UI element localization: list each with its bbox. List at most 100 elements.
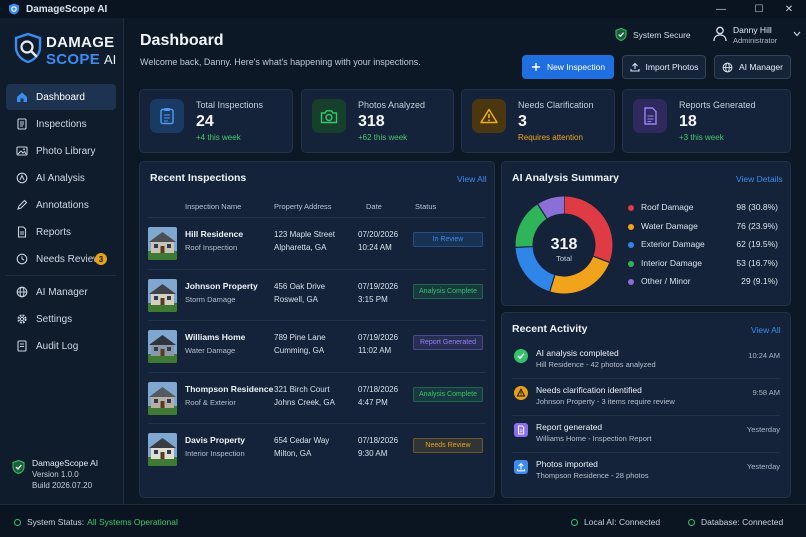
view-all-activity-link[interactable]: View All [751, 325, 781, 335]
address-line2: Alpharetta, GA [274, 243, 327, 252]
status-bar: System Status: All Systems Operational L… [0, 504, 806, 537]
donut-slice-other-minor[interactable] [537, 196, 565, 219]
stat-delta: +4 this week [196, 133, 241, 142]
local-ai-status: Local AI: Connected [571, 517, 660, 527]
legend-value: 53 (16.7%) [736, 257, 778, 268]
stat-delta: +3 this week [679, 133, 724, 142]
database-status: Database: Connected [688, 517, 783, 527]
sidebar-item-reports[interactable]: Reports [6, 219, 116, 245]
sidebar-item-audit-log[interactable]: Audit Log [6, 333, 116, 359]
legend-item[interactable]: Other / Minor 29 (9.1%) [628, 276, 778, 288]
activity-title: AI analysis completed [536, 348, 619, 358]
column-header-status[interactable]: Status [415, 202, 436, 211]
stat-card-needs-clarification[interactable]: Needs Clarification 3 Requires attention [461, 89, 615, 153]
table-row[interactable]: Davis Property Interior Inspection 654 Ced… [148, 423, 486, 474]
legend-value: 76 (23.9%) [736, 220, 778, 231]
status-badge: Analysis Complete [413, 386, 483, 402]
address-line2: Johns Creek, GA [274, 397, 335, 407]
database-label: Database: Connected [701, 517, 784, 527]
inspection-time: 9:30 AM [358, 449, 388, 458]
address-line2: Cumming, GA [274, 346, 325, 355]
legend-label: Interior Damage [641, 257, 702, 268]
column-header-name[interactable]: Inspection Name [185, 202, 241, 211]
status-dot-icon [688, 518, 695, 526]
warning-icon [514, 386, 528, 400]
sidebar-item-ai-manager[interactable]: AI Manager [6, 279, 116, 305]
upload-icon [629, 62, 640, 72]
sidebar-item-inspections[interactable]: Inspections [6, 111, 116, 137]
close-button[interactable]: ✕ [772, 0, 806, 18]
view-all-inspections-link[interactable]: View All [457, 174, 487, 184]
sidebar-item-label: Settings [36, 313, 73, 325]
page-title: Dashboard [140, 32, 224, 49]
inspection-time: 10:24 AM [358, 243, 392, 252]
legend-item[interactable]: Water Damage 76 (23.9%) [628, 221, 778, 233]
camera-icon [312, 99, 346, 133]
local-ai-label: Local AI: Connected [584, 517, 661, 527]
inspection-date: 07/18/2026 [358, 436, 399, 445]
globe-icon [722, 62, 733, 73]
legend-item[interactable]: Interior Damage 53 (16.7%) [628, 258, 778, 270]
legend-item[interactable]: Exterior Damage 62 (19.5%) [628, 239, 778, 251]
inspection-name: Johnson Property [185, 280, 258, 291]
sidebar-item-ai-analysis[interactable]: AI Analysis [6, 165, 116, 191]
legend-item[interactable]: Roof Damage 98 (30.8%) [628, 202, 778, 214]
sidebar-item-settings[interactable]: Settings [6, 306, 116, 332]
donut-slice-interior-damage[interactable] [515, 204, 548, 248]
activity-time: Yesterday [746, 462, 780, 471]
import-photos-button[interactable]: Import Photos [622, 55, 706, 79]
shield-check-icon [615, 28, 627, 41]
stat-card-total-inspections[interactable]: Total Inspections 24 +4 this week [139, 89, 293, 153]
image-icon [16, 145, 28, 157]
footer-app-name: DamageScope AI [32, 458, 99, 468]
maximize-button[interactable]: ☐ [742, 0, 776, 18]
ai-manager-button[interactable]: AI Manager [714, 55, 791, 79]
activity-detail: Williams Home - Inspection Report [536, 434, 652, 443]
app-window: DamageScope AI — ☐ ✕ DAMAGE SCOPE AI Das… [0, 0, 806, 537]
address-line1: 456 Oak Drive [274, 281, 326, 291]
user-menu[interactable]: Danny Hill Administrator [713, 24, 803, 48]
legend-value: 62 (19.5%) [736, 239, 778, 249]
inspection-time: 3:15 PM [358, 294, 388, 304]
donut-slice-exterior-damage[interactable] [515, 246, 556, 292]
column-header-date[interactable]: Date [366, 202, 382, 211]
system-secure-label: System Secure [633, 29, 691, 40]
chevron-down-icon [793, 31, 801, 37]
stat-value: 18 [679, 113, 697, 130]
view-details-link[interactable]: View Details [736, 174, 783, 184]
column-header-address[interactable]: Property Address [274, 202, 332, 211]
footer-build: Build 2026.07.20 [32, 481, 93, 490]
property-thumbnail [148, 227, 177, 260]
table-row[interactable]: Williams Home Water Damage 789 Pine Lane Cu… [148, 320, 486, 371]
stat-card-reports-generated[interactable]: Reports Generated 18 +3 this week [622, 89, 791, 153]
sidebar-item-annotations[interactable]: Annotations [6, 192, 116, 218]
inspection-name: Hill Residence [185, 229, 244, 239]
sidebar-item-needs-review[interactable]: Needs Review 3 [6, 246, 116, 272]
table-row[interactable]: Johnson Property Storm Damage 456 Oak Driv… [148, 268, 486, 320]
minimize-button[interactable]: — [704, 0, 738, 18]
status-badge: In Review [413, 232, 483, 247]
sidebar-item-label: Reports [36, 226, 72, 238]
check-icon [514, 349, 528, 363]
table-row[interactable]: Hill Residence Roof Inspection 123 Maple S… [148, 217, 486, 268]
status-dot-icon [14, 518, 21, 526]
activity-item[interactable]: Photos imported Thompson Residence - 28 p… [512, 452, 780, 495]
legend-swatch [628, 242, 634, 248]
report-icon [514, 423, 528, 437]
sidebar-item-photo-library[interactable]: Photo Library [6, 138, 116, 164]
table-row[interactable]: Thompson Residence Roof & Exterior 321 Bir… [148, 371, 486, 423]
gear-icon [16, 313, 28, 325]
brand-line1: DAMAGE [46, 34, 115, 51]
inspection-time: 11:02 AM [358, 346, 392, 355]
legend-swatch [628, 205, 634, 211]
ai-manager-label: AI Manager [739, 62, 783, 72]
legend-label: Water Damage [641, 220, 698, 231]
inspection-type: Roof & Exterior [185, 397, 236, 407]
sidebar-item-label: AI Analysis [36, 172, 85, 184]
new-inspection-button[interactable]: New Inspection [522, 55, 614, 79]
activity-title: Report generated [536, 422, 603, 432]
stat-card-photos-analyzed[interactable]: Photos Analyzed 318 +62 this week [301, 89, 454, 153]
donut-slice-water-damage[interactable] [549, 255, 610, 294]
sidebar-item-dashboard[interactable]: Dashboard [6, 84, 116, 110]
inspection-date: 07/20/2026 [358, 230, 399, 239]
